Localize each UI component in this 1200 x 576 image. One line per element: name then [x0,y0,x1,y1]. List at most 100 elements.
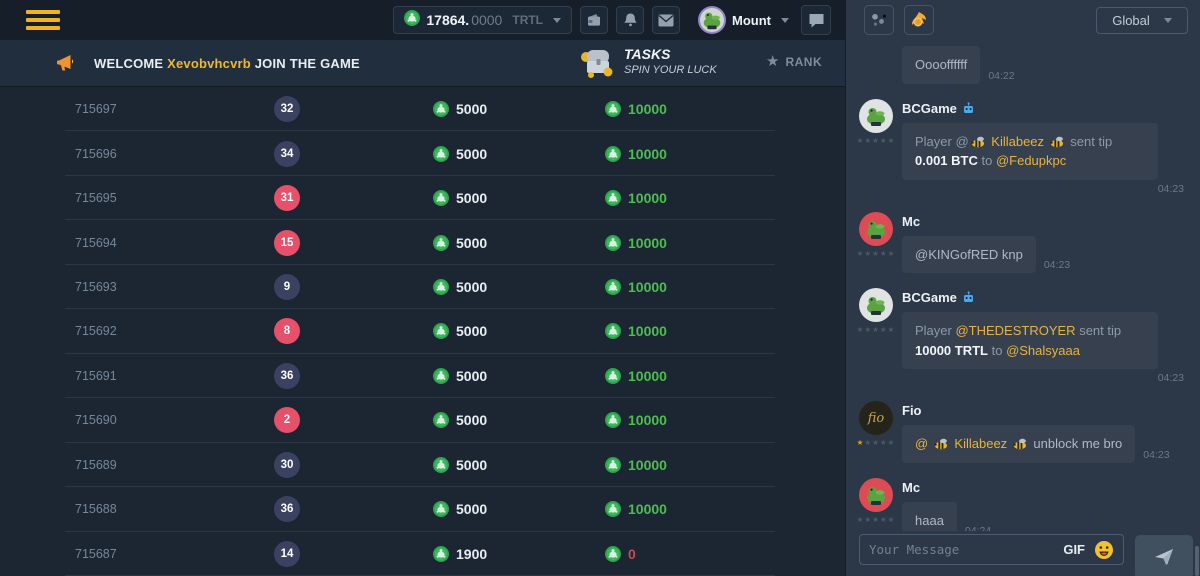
trtl-coin-icon [433,235,449,251]
table-row[interactable]: 7156928 5000.00000TRTL 10000.0000TRTL [0,309,845,353]
chat-toggle-button[interactable] [801,5,831,35]
table-row[interactable]: 7156939 5000.00000TRTL 10000.0000TRTL [0,265,845,309]
chat-input-bar: Your Message GIF [846,531,1200,576]
chat-username[interactable]: Fio [902,403,1190,418]
table-row[interactable]: 71569732 5000.00000TRTL 10000.0000TRTL [0,87,845,131]
chat-username[interactable]: BCGame [902,101,1190,116]
send-message-button[interactable] [1135,535,1193,576]
gif-button[interactable]: GIF [1063,542,1085,557]
avatar-column [858,46,894,84]
chat-header: Global [846,0,1200,40]
tasks-link[interactable]: TASKS SPIN YOUR LUCK [578,45,717,79]
chat-channel-select[interactable]: Global [1096,7,1188,34]
rank-label: RANK [785,55,822,69]
welcome-message: WELCOME Xevobvhcvrb JOIN THE GAME [94,56,360,71]
game-id: 715692 [75,324,117,338]
chat-panel: Global Ooooffffff 04:22 ★★★★★ BCGame Playe… [845,0,1200,576]
welcome-group: WELCOME Xevobvhcvrb JOIN THE GAME [56,53,360,73]
chat-bubble: Ooooffffff [902,46,980,84]
result-number-badge: 8 [274,318,300,344]
user-menu[interactable]: Mount [698,6,789,34]
game-id: 715691 [75,369,117,383]
treasure-chest-icon [578,45,614,79]
game-id: 715696 [75,147,117,161]
table-row[interactable]: 71568836 5000.00000TRTL 10000.0000TRTL [0,487,845,531]
table-row[interactable]: 71569136 5000.00000TRTL 10000.0000TRTL [0,354,845,398]
menu-hamburger-button[interactable] [26,10,60,30]
trtl-coin-icon [605,368,621,384]
table-row[interactable]: 71569415 5000.00000TRTL 10000.0000TRTL [0,220,845,264]
trtl-coin-icon [605,146,621,162]
chat-bubble-icon [808,13,825,28]
table-row[interactable]: 71568930 5000.00000TRTL 10000.0000TRTL [0,443,845,487]
game-id: 715693 [75,280,117,294]
user-star-rating: ★★★★★ [857,516,896,524]
chat-message: ★★★★★ BCGame Player @THEDESTROYER sent ti… [858,288,1190,386]
chat-bubble: @KINGofRED knp [902,236,1036,274]
rank-link[interactable]: ★ RANK [766,54,822,69]
coin-icon-slot [404,10,420,31]
trtl-coin-icon [433,190,449,206]
bets-table: 71569732 5000.00000TRTL 10000.0000TRTL 71… [0,87,845,576]
trtl-coin-icon [605,412,621,428]
result-number-badge: 34 [274,141,300,167]
trtl-coin-icon [605,546,621,562]
table-row[interactable]: 71568714 1900.00000TRTL 0.00000000TRTL [0,532,845,576]
messages-button[interactable] [652,6,680,34]
avatar[interactable] [859,478,893,512]
chat-message-input[interactable]: Your Message GIF [859,534,1124,565]
result-number-badge: 2 [274,407,300,433]
bee-icon [934,438,949,450]
message-timestamp: 04:22 [988,70,1014,84]
trtl-coin-icon [605,235,621,251]
trtl-coin-icon [433,101,449,117]
chat-username[interactable]: Mc [902,214,1190,229]
balance-selector[interactable]: 17864. 0000 TRTL [393,6,572,34]
bee-icon [1050,136,1065,148]
table-row[interactable]: 7156902 5000.00000TRTL 10000.0000TRTL [0,398,845,442]
chevron-down-icon [553,18,561,23]
emoji-button[interactable] [1094,540,1114,560]
chat-messages: Ooooffffff 04:22 ★★★★★ BCGame Player @ Kil… [846,40,1200,531]
app-window: 17864. 0000 TRTL [0,0,1200,576]
trtl-coin-icon [605,323,621,339]
message-timestamp: 04:23 [1158,183,1184,197]
crocodile-avatar-icon [863,292,889,318]
table-row[interactable]: 71569531 5000.00000TRTL 10000.0000TRTL [0,176,845,220]
notifications-button[interactable] [616,6,644,34]
chat-bubble: Player @THEDESTROYER sent tip 10000 TRTL… [902,312,1158,369]
tasks-title: TASKS [624,46,717,64]
balance-currency: TRTL [512,13,543,27]
chat-username[interactable]: Mc [902,480,1190,495]
user-name: Mount [732,13,771,28]
avatar[interactable] [859,99,893,133]
message-timestamp: 04:23 [1158,372,1184,386]
avatar-column: ★★★★★ [858,288,894,386]
chat-tip-fire-button[interactable] [904,5,934,35]
avatar[interactable]: fio [859,401,893,435]
result-number-badge: 36 [274,496,300,522]
trtl-coin-icon [433,412,449,428]
wallet-button[interactable] [580,6,608,34]
trtl-coin-icon [433,501,449,517]
tasks-subtitle: SPIN YOUR LUCK [624,64,717,78]
chat-rain-button[interactable] [864,5,894,35]
bee-icon [971,136,986,148]
user-avatar [698,6,726,34]
star-icon: ★ [766,54,779,69]
trtl-coin-icon [433,368,449,384]
balance-decimals: 0000 [471,12,502,28]
avatar[interactable] [859,288,893,322]
game-id: 715695 [75,191,117,205]
chat-username[interactable]: BCGame [902,290,1190,305]
chat-message: ★★★★★Mchaaa04:24 [858,478,1190,532]
game-id: 715687 [75,547,117,561]
chat-bubble: Player @ Killabeez sent tip 0.001 BTC to… [902,123,1158,180]
chat-scrollbar[interactable] [1195,571,1199,576]
bot-verified-icon [962,102,975,115]
avatar[interactable] [859,212,893,246]
rain-icon [870,12,888,28]
trtl-coin-icon [605,190,621,206]
table-row[interactable]: 71569634 5000.00000TRTL 10000.0000TRTL [0,131,845,175]
send-plane-icon [1154,548,1174,566]
